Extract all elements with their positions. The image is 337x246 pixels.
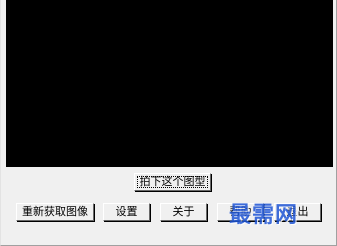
settings-button[interactable]: 设置	[103, 203, 150, 221]
reacquire-image-button[interactable]: 重新获取图像	[16, 203, 94, 221]
camera-dialog: 拍下这个图型 重新获取图像 设置 关于 帮助 退出 最需网	[0, 0, 337, 246]
help-button[interactable]: 帮助	[217, 203, 264, 221]
exit-button[interactable]: 退出	[274, 203, 321, 221]
capture-button[interactable]: 拍下这个图型	[134, 173, 211, 191]
about-button[interactable]: 关于	[160, 203, 207, 221]
image-preview	[6, 0, 333, 167]
